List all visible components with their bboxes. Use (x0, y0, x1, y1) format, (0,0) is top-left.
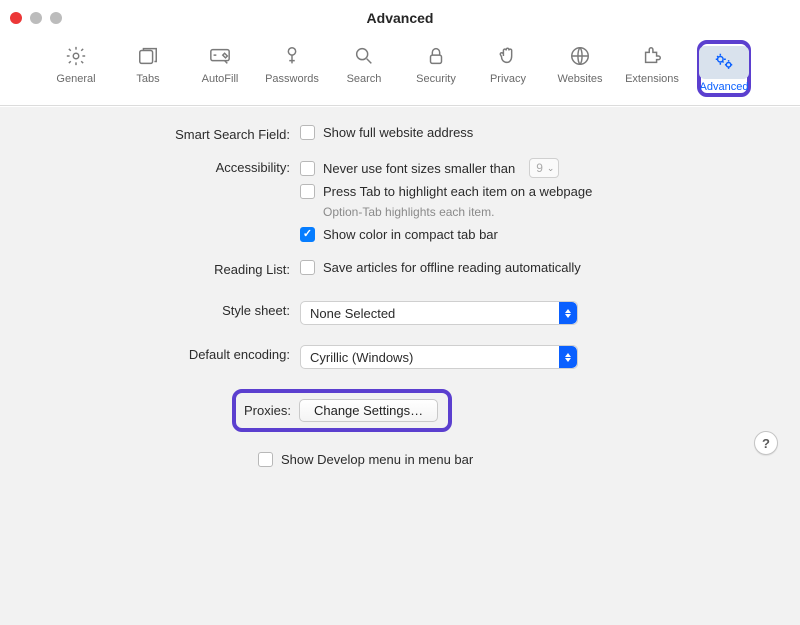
encoding-select[interactable]: Cyrillic (Windows) (300, 345, 578, 369)
proxies-label: Proxies: (236, 403, 291, 418)
maximize-window-button[interactable] (50, 12, 62, 24)
change-settings-button[interactable]: Change Settings… (299, 399, 438, 422)
proxies-highlight: Proxies: Change Settings… (232, 389, 452, 432)
develop-menu-text: Show Develop menu in menu bar (281, 452, 473, 467)
tab-search[interactable]: Search (337, 40, 391, 97)
close-window-button[interactable] (10, 12, 22, 24)
min-font-checkbox[interactable] (300, 161, 315, 176)
help-button[interactable]: ? (754, 431, 778, 455)
offline-reading-checkbox[interactable] (300, 260, 315, 275)
tab-advanced[interactable]: Advanced (697, 40, 751, 97)
style-sheet-label: Style sheet: (0, 301, 300, 318)
search-icon (349, 44, 379, 68)
tab-label: Extensions (625, 73, 679, 85)
min-font-select[interactable]: 9 ⌄ (529, 158, 559, 178)
compact-color-text: Show color in compact tab bar (323, 227, 498, 242)
min-font-text: Never use font sizes smaller than (323, 161, 515, 176)
press-tab-hint: Option-Tab highlights each item. (323, 205, 800, 219)
tab-label: Search (347, 73, 382, 85)
window-controls (0, 12, 62, 24)
develop-menu-checkbox[interactable] (258, 452, 273, 467)
window-titlebar: Advanced (0, 0, 800, 36)
offline-reading-text: Save articles for offline reading automa… (323, 260, 581, 275)
tab-websites[interactable]: Websites (553, 40, 607, 97)
autofill-icon (205, 44, 235, 68)
show-full-address-checkbox[interactable] (300, 125, 315, 140)
min-font-value: 9 (536, 161, 543, 175)
select-stepper-icon (559, 302, 577, 324)
key-icon (277, 44, 307, 68)
window-title: Advanced (367, 10, 434, 26)
tabs-icon (133, 44, 163, 68)
tab-label: AutoFill (202, 73, 239, 85)
tab-general[interactable]: General (49, 40, 103, 97)
tab-security[interactable]: Security (409, 40, 463, 97)
tab-label: Advanced (700, 81, 749, 93)
show-full-address-text: Show full website address (323, 125, 473, 140)
tab-extensions[interactable]: Extensions (625, 40, 679, 97)
globe-icon (565, 44, 595, 68)
encoding-label: Default encoding: (0, 345, 300, 362)
compact-color-checkbox[interactable] (300, 227, 315, 242)
tab-label: General (56, 73, 95, 85)
tab-label: Tabs (136, 73, 159, 85)
gear-icon (61, 44, 91, 68)
tab-autofill[interactable]: AutoFill (193, 40, 247, 97)
minimize-window-button[interactable] (30, 12, 42, 24)
tab-label: Security (416, 73, 456, 85)
tab-label: Privacy (490, 73, 526, 85)
puzzle-icon (637, 44, 667, 68)
reading-list-label: Reading List: (0, 260, 300, 277)
preferences-pane: Smart Search Field: Show full website ad… (0, 106, 800, 625)
gears-icon (709, 50, 739, 74)
smart-search-label: Smart Search Field: (0, 125, 300, 142)
preferences-toolbar: General Tabs AutoFill Passwords Search S… (0, 36, 800, 106)
tab-label: Websites (557, 73, 602, 85)
tab-privacy[interactable]: Privacy (481, 40, 535, 97)
press-tab-text: Press Tab to highlight each item on a we… (323, 184, 592, 199)
lock-icon (421, 44, 451, 68)
style-sheet-value: None Selected (310, 306, 395, 321)
accessibility-label: Accessibility: (0, 158, 300, 175)
tab-passwords[interactable]: Passwords (265, 40, 319, 97)
select-stepper-icon (559, 346, 577, 368)
tab-tabs[interactable]: Tabs (121, 40, 175, 97)
encoding-value: Cyrillic (Windows) (310, 350, 413, 365)
tab-label: Passwords (265, 73, 319, 85)
chevron-down-icon: ⌄ (547, 163, 555, 174)
style-sheet-select[interactable]: None Selected (300, 301, 578, 325)
hand-icon (493, 44, 523, 68)
press-tab-checkbox[interactable] (300, 184, 315, 199)
